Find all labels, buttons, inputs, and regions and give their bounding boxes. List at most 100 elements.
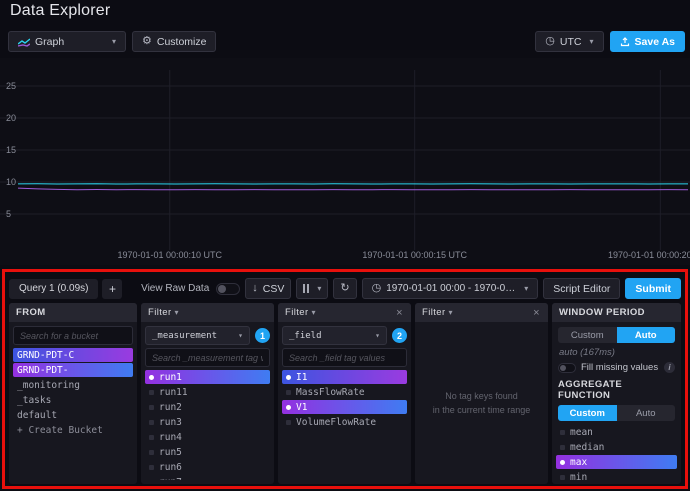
chart-svg: 1970-01-01 00:00:10 UTC 1970-01-01 00:00:… [0, 58, 690, 265]
timezone-dropdown[interactable]: ◷ UTC ▾ [535, 31, 603, 52]
selection-dot [149, 375, 154, 380]
bucket-list: GRND-PDT-C GRND-PDT- _monitoring _tasksdefa… [13, 348, 133, 437]
bucket-item[interactable]: _monitoring [13, 378, 133, 392]
aggregate-function-item[interactable]: max [556, 455, 677, 469]
window-auto-button[interactable]: Auto [617, 327, 676, 343]
field-list: I1MassFlowRateV1VolumeFlowRate [282, 370, 407, 429]
tag-key-dropdown[interactable]: _field ▾ [282, 326, 387, 345]
toolbar: Graph ▾ ⚙ Customize ◷ UTC ▾ Save As [8, 31, 685, 52]
filter-type-dropdown[interactable]: Filter ▾ × [415, 303, 548, 322]
filter-type-label: Filter [285, 307, 309, 318]
tag-value-item[interactable]: run5 [145, 445, 270, 459]
refresh-button[interactable]: ↻ [333, 278, 356, 299]
toggle-knob [218, 285, 226, 293]
fill-missing-values-row: Fill missing values i [556, 361, 677, 374]
view-raw-data-label: View Raw Data [141, 283, 209, 294]
gear-icon: ⚙ [142, 36, 152, 47]
query-tab[interactable]: Query 1 (0.09s) [9, 279, 98, 299]
page-title: Data Explorer [10, 2, 110, 20]
aggregate-auto-button[interactable]: Auto [617, 405, 676, 421]
filter-panel-field: Filter ▾ × _field ▾ 2 I1MassFlowRateV1Vo… [278, 303, 411, 484]
fill-missing-label: Fill missing values [581, 362, 658, 373]
fill-missing-toggle[interactable] [558, 363, 576, 373]
svg-text:20: 20 [6, 113, 16, 123]
field-search-input[interactable] [282, 348, 407, 367]
toggle-knob [560, 365, 566, 371]
filter-order-badge: 1 [255, 328, 270, 343]
data-explorer-app: Data Explorer Graph ▾ ⚙ Customize ◷ UTC … [0, 0, 690, 491]
list-item-label: default [17, 410, 57, 421]
filter-type-dropdown[interactable]: Filter ▾ [141, 303, 274, 322]
svg-text:1970-01-01 00:00:10 UTC: 1970-01-01 00:00:10 UTC [117, 250, 222, 260]
selection-dot [286, 375, 291, 380]
tag-value-item[interactable]: V1 [282, 400, 407, 414]
tag-value-item[interactable]: run4 [145, 430, 270, 444]
list-item-label: median [570, 442, 604, 453]
selection-dot [286, 405, 291, 410]
script-editor-button[interactable]: Script Editor [543, 278, 620, 299]
svg-text:25: 25 [6, 81, 16, 91]
chevron-down-icon: ▾ [175, 308, 179, 317]
measurement-search-input[interactable] [145, 348, 270, 367]
tag-value-item[interactable]: run7 [145, 475, 270, 480]
window-period-header: WINDOW PERIOD [552, 303, 681, 322]
selection-dot [149, 450, 154, 455]
tag-key-dropdown[interactable]: _measurement ▾ [145, 326, 250, 345]
selection-dot [149, 465, 154, 470]
tag-key-label: _field [289, 331, 322, 341]
bucket-search-input[interactable] [13, 326, 133, 345]
view-type-dropdown[interactable]: Graph ▾ [8, 31, 126, 52]
filter-type-label: Filter [148, 307, 172, 318]
window-custom-button[interactable]: Custom [558, 327, 617, 343]
bucket-item[interactable]: GRND-PDT-C [13, 348, 133, 362]
customize-label: Customize [157, 36, 207, 48]
bucket-item[interactable]: _tasks [13, 393, 133, 407]
tag-value-item[interactable]: run3 [145, 415, 270, 429]
pause-dropdown-button[interactable]: ▾ [296, 278, 328, 299]
submit-button[interactable]: Submit [625, 278, 681, 299]
aggregate-function-list: meanmedianmaxminsumderivative [556, 425, 677, 480]
info-icon[interactable]: i [664, 362, 675, 373]
list-item-label: + Create Bucket [17, 425, 103, 436]
chevron-down-icon: ▾ [112, 37, 116, 46]
bucket-item[interactable]: default [13, 408, 133, 422]
tag-value-item[interactable]: I1 [282, 370, 407, 384]
tag-value-item[interactable]: run6 [145, 460, 270, 474]
time-series-chart[interactable]: 1970-01-01 00:00:10 UTC 1970-01-01 00:00:… [0, 58, 690, 265]
svg-text:1970-01-01 00:00:15 UTC: 1970-01-01 00:00:15 UTC [362, 250, 467, 260]
chevron-down-icon: ▾ [524, 284, 528, 293]
options-panel: WINDOW PERIOD Custom Auto auto (167ms) F… [552, 303, 681, 484]
chevron-down-icon: ▾ [317, 284, 321, 293]
list-item-label: run4 [159, 432, 182, 443]
bucket-item[interactable]: + Create Bucket [13, 423, 133, 437]
tag-value-item[interactable]: MassFlowRate [282, 385, 407, 399]
add-query-button[interactable]: + [102, 279, 122, 299]
tag-value-item[interactable]: run1 [145, 370, 270, 384]
empty-state-subtitle: in the current time range [433, 403, 531, 417]
aggregate-function-item[interactable]: median [556, 440, 677, 454]
csv-download-button[interactable]: ↓ CSV [245, 278, 291, 299]
customize-button[interactable]: ⚙ Customize [132, 31, 216, 52]
view-raw-data-toggle[interactable] [216, 283, 240, 295]
window-auto-value: auto (167ms) [556, 347, 677, 358]
time-range-dropdown[interactable]: ◷ 1970-01-01 00:00 - 1970-01-01 0… ▾ [362, 278, 539, 299]
time-range-label: 1970-01-01 00:00 - 1970-01-01 0… [386, 283, 516, 294]
list-item-label: GRND-PDT- [17, 365, 68, 376]
svg-text:1970-01-01 00:00:20 UTC: 1970-01-01 00:00:20 UTC [608, 250, 690, 260]
tag-value-item[interactable]: run11 [145, 385, 270, 399]
close-filter-icon[interactable]: × [532, 307, 541, 319]
tag-value-item[interactable]: VolumeFlowRate [282, 415, 407, 429]
close-filter-icon[interactable]: × [395, 307, 404, 319]
selection-dot [286, 390, 291, 395]
aggregate-function-item[interactable]: mean [556, 425, 677, 439]
filter-type-dropdown[interactable]: Filter ▾ × [278, 303, 411, 322]
bucket-item[interactable]: GRND-PDT- [13, 363, 133, 377]
chevron-down-icon: ▾ [590, 37, 594, 46]
svg-text:15: 15 [6, 145, 16, 155]
filter-order-badge: 2 [392, 328, 407, 343]
save-as-button[interactable]: Save As [610, 31, 685, 52]
aggregate-function-item[interactable]: min [556, 470, 677, 480]
list-item-label: _tasks [17, 395, 51, 406]
tag-value-item[interactable]: run2 [145, 400, 270, 414]
aggregate-custom-button[interactable]: Custom [558, 405, 617, 421]
